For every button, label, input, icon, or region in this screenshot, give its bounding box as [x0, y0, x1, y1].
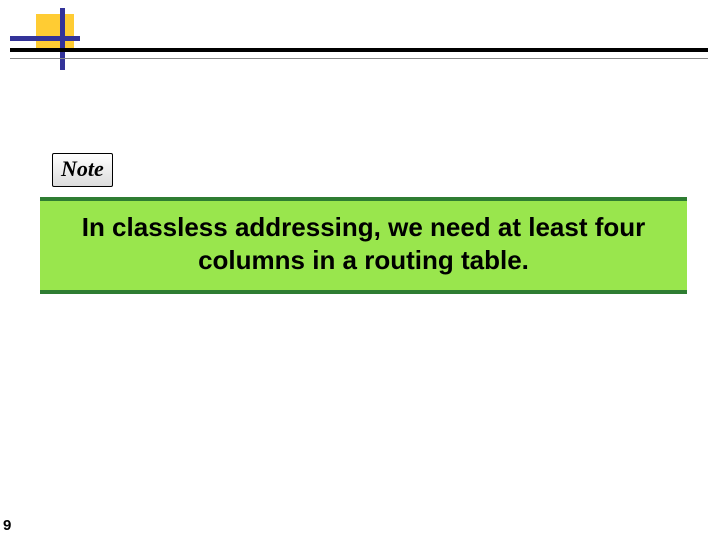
- note-text: In classless addressing, we need at leas…: [46, 211, 681, 276]
- header-rule-thick: [10, 48, 708, 52]
- slide: Note In classless addressing, we need at…: [0, 0, 720, 540]
- note-banner: In classless addressing, we need at leas…: [40, 197, 687, 294]
- note-label: Note: [52, 153, 113, 187]
- header-rule-thin: [10, 58, 708, 59]
- header-accent-square: [36, 14, 74, 52]
- page-number: 9: [3, 517, 11, 534]
- header-accent-bar-horizontal: [10, 36, 80, 41]
- header-accent-bar-vertical: [60, 8, 65, 70]
